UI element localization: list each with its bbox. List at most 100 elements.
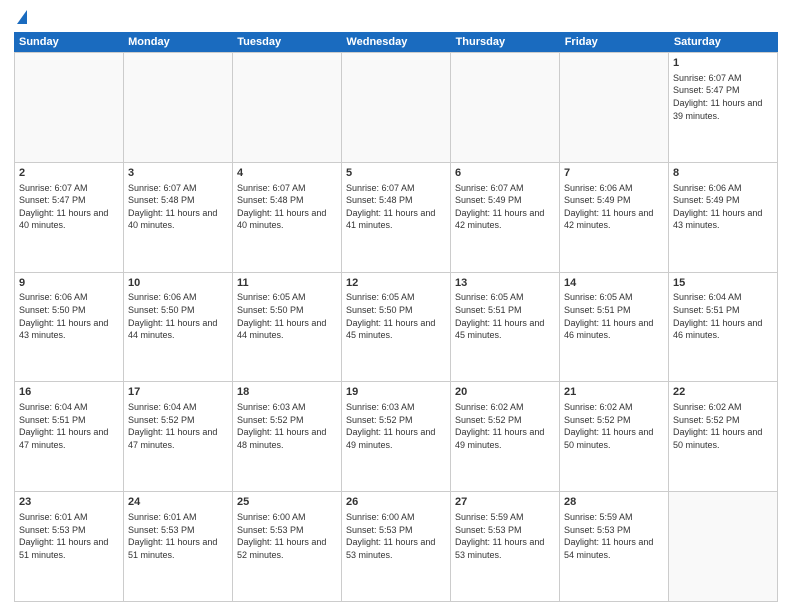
day-info: Sunrise: 5:59 AM Sunset: 5:53 PM Dayligh… <box>564 511 664 561</box>
calendar-cell: 16Sunrise: 6:04 AM Sunset: 5:51 PM Dayli… <box>15 382 124 491</box>
day-number: 6 <box>455 166 555 181</box>
calendar-cell: 5Sunrise: 6:07 AM Sunset: 5:48 PM Daylig… <box>342 163 451 272</box>
day-number: 18 <box>237 385 337 400</box>
day-number: 25 <box>237 495 337 510</box>
calendar-cell: 22Sunrise: 6:02 AM Sunset: 5:52 PM Dayli… <box>669 382 778 491</box>
calendar-body: 1Sunrise: 6:07 AM Sunset: 5:47 PM Daylig… <box>14 52 778 602</box>
day-number: 11 <box>237 276 337 291</box>
calendar-cell: 9Sunrise: 6:06 AM Sunset: 5:50 PM Daylig… <box>15 273 124 382</box>
day-number: 3 <box>128 166 228 181</box>
calendar-cell: 25Sunrise: 6:00 AM Sunset: 5:53 PM Dayli… <box>233 492 342 601</box>
day-info: Sunrise: 6:05 AM Sunset: 5:51 PM Dayligh… <box>455 291 555 341</box>
day-number: 28 <box>564 495 664 510</box>
day-number: 24 <box>128 495 228 510</box>
header <box>14 10 778 26</box>
weekday-header: Friday <box>560 32 669 52</box>
day-info: Sunrise: 6:02 AM Sunset: 5:52 PM Dayligh… <box>564 401 664 451</box>
calendar-cell: 23Sunrise: 6:01 AM Sunset: 5:53 PM Dayli… <box>15 492 124 601</box>
calendar-cell: 14Sunrise: 6:05 AM Sunset: 5:51 PM Dayli… <box>560 273 669 382</box>
day-info: Sunrise: 6:07 AM Sunset: 5:48 PM Dayligh… <box>346 182 446 232</box>
day-info: Sunrise: 6:03 AM Sunset: 5:52 PM Dayligh… <box>346 401 446 451</box>
day-number: 12 <box>346 276 446 291</box>
day-number: 8 <box>673 166 773 181</box>
calendar-cell: 27Sunrise: 5:59 AM Sunset: 5:53 PM Dayli… <box>451 492 560 601</box>
day-info: Sunrise: 6:05 AM Sunset: 5:51 PM Dayligh… <box>564 291 664 341</box>
calendar-cell <box>124 53 233 162</box>
day-number: 21 <box>564 385 664 400</box>
calendar-cell: 2Sunrise: 6:07 AM Sunset: 5:47 PM Daylig… <box>15 163 124 272</box>
day-number: 27 <box>455 495 555 510</box>
calendar-week: 9Sunrise: 6:06 AM Sunset: 5:50 PM Daylig… <box>15 273 778 383</box>
calendar-cell: 20Sunrise: 6:02 AM Sunset: 5:52 PM Dayli… <box>451 382 560 491</box>
day-number: 19 <box>346 385 446 400</box>
weekday-header: Saturday <box>669 32 778 52</box>
logo-triangle-icon <box>17 10 27 24</box>
calendar-cell: 19Sunrise: 6:03 AM Sunset: 5:52 PM Dayli… <box>342 382 451 491</box>
calendar-week: 1Sunrise: 6:07 AM Sunset: 5:47 PM Daylig… <box>15 53 778 163</box>
day-info: Sunrise: 6:07 AM Sunset: 5:47 PM Dayligh… <box>673 72 773 122</box>
day-info: Sunrise: 6:04 AM Sunset: 5:51 PM Dayligh… <box>19 401 119 451</box>
calendar-cell <box>342 53 451 162</box>
day-info: Sunrise: 6:01 AM Sunset: 5:53 PM Dayligh… <box>19 511 119 561</box>
day-number: 7 <box>564 166 664 181</box>
calendar-cell: 13Sunrise: 6:05 AM Sunset: 5:51 PM Dayli… <box>451 273 560 382</box>
calendar-cell: 11Sunrise: 6:05 AM Sunset: 5:50 PM Dayli… <box>233 273 342 382</box>
calendar-week: 23Sunrise: 6:01 AM Sunset: 5:53 PM Dayli… <box>15 492 778 602</box>
calendar-cell: 12Sunrise: 6:05 AM Sunset: 5:50 PM Dayli… <box>342 273 451 382</box>
weekday-header: Wednesday <box>341 32 450 52</box>
day-info: Sunrise: 6:05 AM Sunset: 5:50 PM Dayligh… <box>237 291 337 341</box>
day-info: Sunrise: 6:01 AM Sunset: 5:53 PM Dayligh… <box>128 511 228 561</box>
day-number: 22 <box>673 385 773 400</box>
day-number: 1 <box>673 56 773 71</box>
calendar: SundayMondayTuesdayWednesdayThursdayFrid… <box>14 32 778 602</box>
calendar-cell: 8Sunrise: 6:06 AM Sunset: 5:49 PM Daylig… <box>669 163 778 272</box>
day-info: Sunrise: 6:02 AM Sunset: 5:52 PM Dayligh… <box>455 401 555 451</box>
weekday-header: Sunday <box>14 32 123 52</box>
weekday-header: Thursday <box>451 32 560 52</box>
day-info: Sunrise: 6:07 AM Sunset: 5:47 PM Dayligh… <box>19 182 119 232</box>
calendar-cell: 10Sunrise: 6:06 AM Sunset: 5:50 PM Dayli… <box>124 273 233 382</box>
day-info: Sunrise: 6:06 AM Sunset: 5:49 PM Dayligh… <box>673 182 773 232</box>
day-number: 26 <box>346 495 446 510</box>
day-number: 5 <box>346 166 446 181</box>
calendar-cell: 15Sunrise: 6:04 AM Sunset: 5:51 PM Dayli… <box>669 273 778 382</box>
calendar-cell: 17Sunrise: 6:04 AM Sunset: 5:52 PM Dayli… <box>124 382 233 491</box>
day-number: 17 <box>128 385 228 400</box>
calendar-cell <box>560 53 669 162</box>
day-info: Sunrise: 6:03 AM Sunset: 5:52 PM Dayligh… <box>237 401 337 451</box>
day-info: Sunrise: 6:06 AM Sunset: 5:49 PM Dayligh… <box>564 182 664 232</box>
calendar-cell: 24Sunrise: 6:01 AM Sunset: 5:53 PM Dayli… <box>124 492 233 601</box>
day-info: Sunrise: 6:07 AM Sunset: 5:48 PM Dayligh… <box>237 182 337 232</box>
weekday-header: Monday <box>123 32 232 52</box>
day-number: 13 <box>455 276 555 291</box>
day-info: Sunrise: 6:00 AM Sunset: 5:53 PM Dayligh… <box>237 511 337 561</box>
day-number: 4 <box>237 166 337 181</box>
day-number: 20 <box>455 385 555 400</box>
calendar-cell: 6Sunrise: 6:07 AM Sunset: 5:49 PM Daylig… <box>451 163 560 272</box>
calendar-week: 2Sunrise: 6:07 AM Sunset: 5:47 PM Daylig… <box>15 163 778 273</box>
day-info: Sunrise: 6:05 AM Sunset: 5:50 PM Dayligh… <box>346 291 446 341</box>
day-info: Sunrise: 6:04 AM Sunset: 5:52 PM Dayligh… <box>128 401 228 451</box>
calendar-cell: 18Sunrise: 6:03 AM Sunset: 5:52 PM Dayli… <box>233 382 342 491</box>
calendar-cell: 4Sunrise: 6:07 AM Sunset: 5:48 PM Daylig… <box>233 163 342 272</box>
calendar-cell: 28Sunrise: 5:59 AM Sunset: 5:53 PM Dayli… <box>560 492 669 601</box>
day-info: Sunrise: 6:00 AM Sunset: 5:53 PM Dayligh… <box>346 511 446 561</box>
calendar-week: 16Sunrise: 6:04 AM Sunset: 5:51 PM Dayli… <box>15 382 778 492</box>
calendar-cell: 26Sunrise: 6:00 AM Sunset: 5:53 PM Dayli… <box>342 492 451 601</box>
day-number: 2 <box>19 166 119 181</box>
day-number: 9 <box>19 276 119 291</box>
day-info: Sunrise: 5:59 AM Sunset: 5:53 PM Dayligh… <box>455 511 555 561</box>
day-number: 10 <box>128 276 228 291</box>
day-info: Sunrise: 6:06 AM Sunset: 5:50 PM Dayligh… <box>128 291 228 341</box>
day-info: Sunrise: 6:02 AM Sunset: 5:52 PM Dayligh… <box>673 401 773 451</box>
calendar-cell <box>15 53 124 162</box>
day-number: 23 <box>19 495 119 510</box>
calendar-cell <box>669 492 778 601</box>
day-number: 16 <box>19 385 119 400</box>
day-info: Sunrise: 6:07 AM Sunset: 5:49 PM Dayligh… <box>455 182 555 232</box>
calendar-cell <box>233 53 342 162</box>
day-info: Sunrise: 6:06 AM Sunset: 5:50 PM Dayligh… <box>19 291 119 341</box>
calendar-cell: 7Sunrise: 6:06 AM Sunset: 5:49 PM Daylig… <box>560 163 669 272</box>
page: SundayMondayTuesdayWednesdayThursdayFrid… <box>0 0 792 612</box>
logo <box>14 10 27 26</box>
